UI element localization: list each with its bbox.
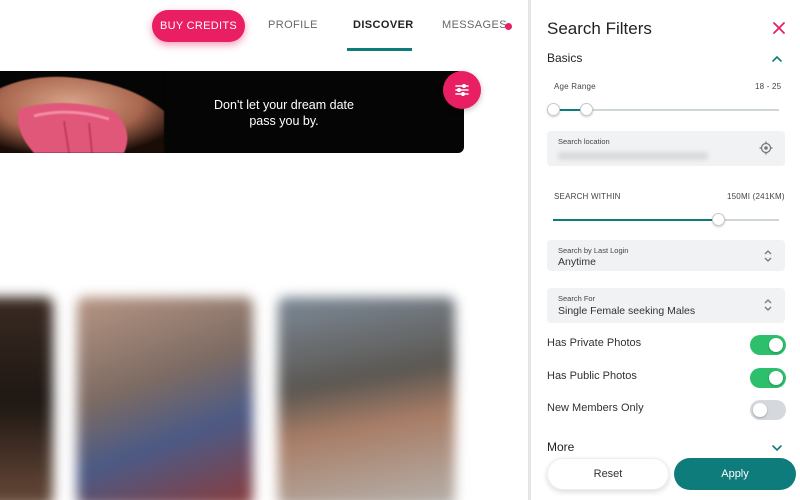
search-location-label: Search location xyxy=(558,137,610,146)
age-range-label: Age Range xyxy=(554,82,596,91)
nav-profile-link[interactable]: PROFILE xyxy=(268,19,318,31)
new-members-label: New Members Only xyxy=(547,402,644,414)
profile-card[interactable] xyxy=(0,297,53,500)
chevron-down-icon[interactable] xyxy=(771,442,783,454)
banner-photo xyxy=(0,71,164,153)
close-button[interactable] xyxy=(771,20,787,36)
close-icon xyxy=(773,22,785,34)
age-range-value: 18 - 25 xyxy=(755,82,782,91)
search-location-value-obscured xyxy=(558,152,708,160)
profile-card[interactable] xyxy=(77,297,253,500)
nav-discover-link[interactable]: DISCOVER xyxy=(353,19,414,31)
active-tab-underline xyxy=(347,48,412,51)
search-within-fill xyxy=(553,219,718,221)
last-login-label: Search by Last Login xyxy=(558,246,629,255)
select-arrows-icon xyxy=(764,250,772,262)
last-login-select[interactable]: Search by Last Login Anytime xyxy=(547,240,785,271)
private-photos-label: Has Private Photos xyxy=(547,337,642,349)
private-photos-toggle[interactable] xyxy=(750,335,786,355)
discover-page: BUY CREDITS PROFILE DISCOVER MESSAGES Do… xyxy=(0,0,530,500)
select-arrows-icon xyxy=(764,299,772,311)
unread-dot xyxy=(505,23,512,30)
sliders-icon xyxy=(455,84,469,96)
crosshair-icon[interactable] xyxy=(759,141,773,155)
new-members-toggle[interactable] xyxy=(750,400,786,420)
search-filters-panel: Search Filters Basics Age Range 18 - 25 … xyxy=(531,0,800,500)
search-for-value: Single Female seeking Males xyxy=(558,305,696,317)
toggle-knob xyxy=(769,371,783,385)
nav-messages-link[interactable]: MESSAGES xyxy=(442,19,507,31)
toggle-knob xyxy=(753,403,767,417)
search-for-label: Search For xyxy=(558,294,596,303)
banner-message: Don't let your dream date pass you by. xyxy=(214,98,354,128)
buy-credits-button[interactable]: BUY CREDITS xyxy=(152,10,245,42)
search-within-label: SEARCH WITHIN xyxy=(554,192,621,201)
reset-button[interactable]: Reset xyxy=(547,458,669,490)
filter-fab-button[interactable] xyxy=(443,71,481,109)
top-nav: BUY CREDITS PROFILE DISCOVER MESSAGES xyxy=(0,10,530,51)
search-location-field[interactable]: Search location xyxy=(547,131,785,166)
last-login-value: Anytime xyxy=(558,256,596,268)
basics-section-title[interactable]: Basics xyxy=(547,51,582,65)
public-photos-label: Has Public Photos xyxy=(547,370,637,382)
search-within-handle[interactable] xyxy=(712,213,725,226)
search-within-value: 150MI (241KM) xyxy=(727,192,785,201)
panel-title: Search Filters xyxy=(547,19,652,38)
promo-banner[interactable]: Don't let your dream date pass you by. xyxy=(0,71,464,153)
profile-card[interactable] xyxy=(278,297,455,500)
age-max-handle[interactable] xyxy=(580,103,593,116)
chevron-up-icon[interactable] xyxy=(771,53,783,65)
public-photos-toggle[interactable] xyxy=(750,368,786,388)
toggle-knob xyxy=(769,338,783,352)
age-min-handle[interactable] xyxy=(547,103,560,116)
search-for-select[interactable]: Search For Single Female seeking Males xyxy=(547,288,785,323)
more-section-title[interactable]: More xyxy=(547,440,574,454)
apply-button[interactable]: Apply xyxy=(674,458,796,490)
